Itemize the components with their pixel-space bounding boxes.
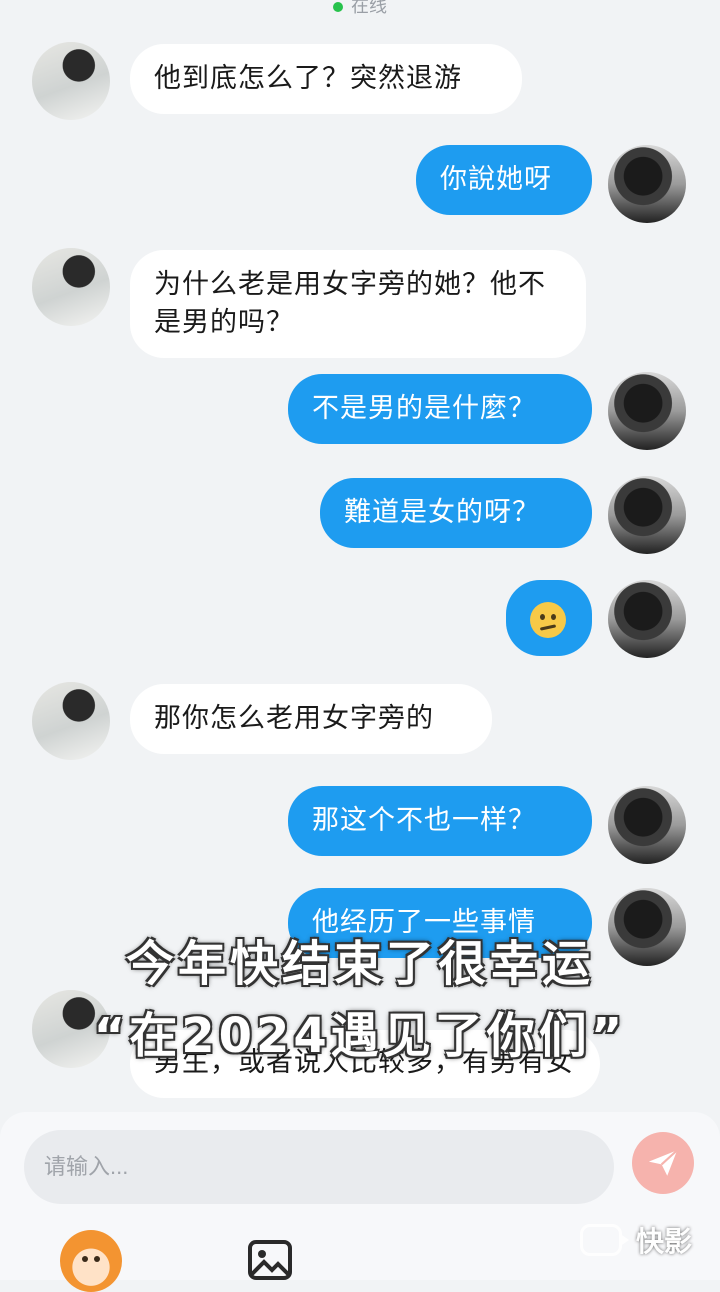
message-input[interactable]	[24, 1130, 614, 1204]
send-icon	[648, 1149, 678, 1176]
contact-avatar[interactable]	[32, 682, 110, 760]
user-avatar[interactable]	[608, 476, 686, 554]
outgoing-message-bubble[interactable]: 不是男的是什麼？	[288, 374, 592, 444]
video-camera-icon	[580, 1224, 629, 1256]
incoming-message-bubble[interactable]: 那你怎么老用女字旁的	[130, 684, 492, 754]
watermark-text: 快影	[636, 1225, 693, 1258]
contact-avatar[interactable]	[32, 42, 110, 120]
contact-avatar[interactable]	[32, 248, 110, 326]
user-avatar[interactable]	[608, 580, 686, 658]
incoming-message-bubble[interactable]: 为什么老是用女字旁的她？他不是男的吗？	[130, 250, 586, 358]
user-avatar[interactable]	[608, 372, 686, 450]
kuaiying-watermark: 快影	[580, 1220, 692, 1260]
outgoing-message-bubble[interactable]: 你說她呀	[416, 145, 592, 215]
user-avatar[interactable]	[608, 786, 686, 864]
video-caption-line-2: “在2024遇见了你们”	[93, 1008, 627, 1064]
video-caption-line-1: 今年快结束了很幸运	[125, 936, 594, 992]
mascot-sticker-icon[interactable]	[60, 1230, 122, 1292]
outgoing-message-bubble[interactable]: 難道是女的呀？	[320, 478, 592, 548]
user-avatar[interactable]	[608, 145, 686, 223]
outgoing-message-bubble[interactable]: 那这个不也一样？	[288, 786, 592, 856]
image-icon[interactable]	[246, 1236, 294, 1284]
incoming-message-bubble[interactable]: 他到底怎么了？突然退游	[130, 44, 522, 114]
outgoing-emoji-bubble[interactable]	[506, 580, 592, 656]
send-button[interactable]	[632, 1132, 694, 1194]
confused-face-icon	[530, 601, 566, 638]
